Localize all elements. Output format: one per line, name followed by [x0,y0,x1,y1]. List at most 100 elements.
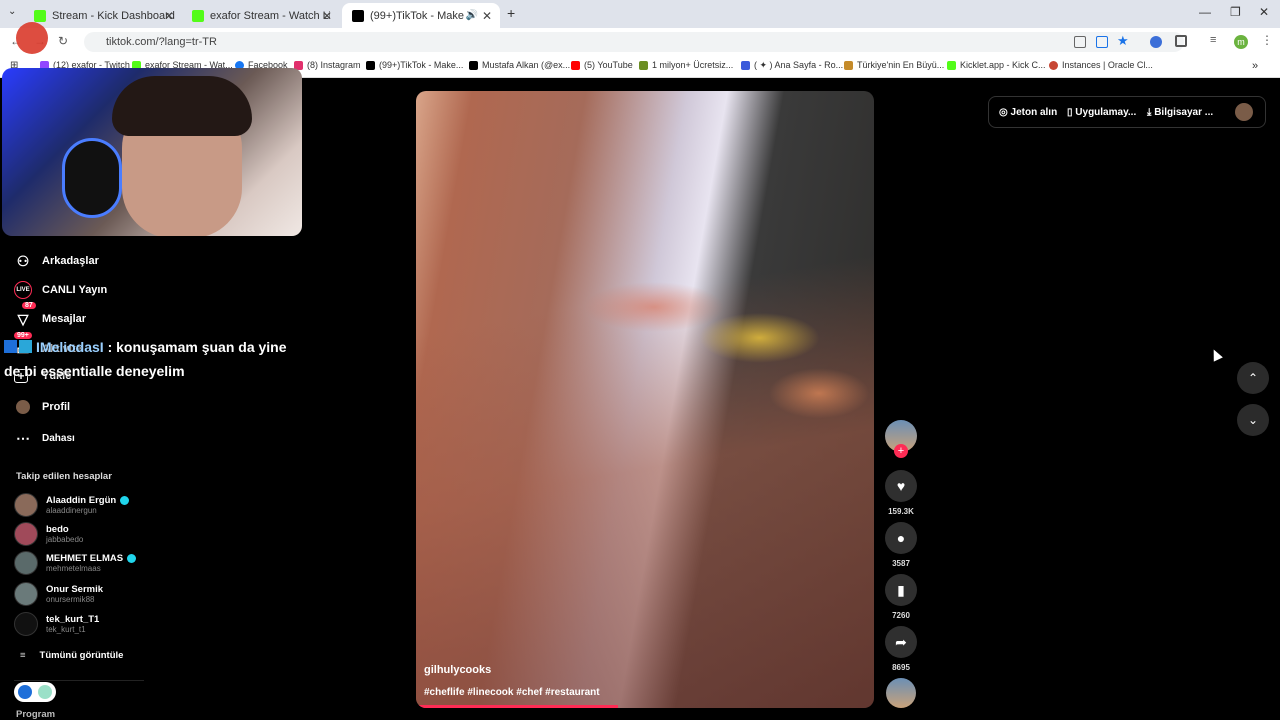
bookmark-instagram[interactable]: (8) Instagram [294,60,361,70]
account-name: bedo [46,524,69,535]
divider [14,680,144,681]
get-app-label: Uygulamay... [1075,106,1137,118]
messages-badge: 87 [22,302,36,309]
see-all-following-button[interactable]: ≡ Tümünü görüntüle [20,650,123,661]
bookmark-turkiye[interactable]: Türkiye'nin En Büyü... [844,60,944,70]
close-tab-icon[interactable]: ✕ [164,9,174,23]
desktop-app-button[interactable]: ⤓ Bilgisayar ... [1147,107,1213,118]
messages-icon: ▽ 87 [14,302,36,328]
kicklet-icon [947,60,956,70]
top-actions-bar: ◎ Jeton alın ▯ Uygulamay... ⤓ Bilgisayar… [988,96,1266,128]
browser-tab-bar: ⌄ Stream - Kick Dashboard ✕ exafor Strea… [0,0,1280,28]
account-handle: onursermik88 [46,595,95,604]
oracle-icon [1049,60,1058,70]
nav-messages[interactable]: ▽ 87 Mesajlar [14,302,86,328]
video-author[interactable]: gilhulycooks [424,664,491,676]
account-handle: mehmetelmaas [46,564,101,573]
following-account[interactable]: MEHMET ELMAS mehmetelmaas [14,551,137,575]
following-account[interactable]: Onur Sermik onursermik88 [14,582,103,606]
music-disc-button[interactable] [884,678,918,708]
more-bookmarks-icon[interactable]: » [1252,60,1258,72]
bookmark-youtube[interactable]: (5) YouTube [571,60,633,70]
following-account[interactable]: bedo jabbabedo [14,522,83,546]
tab-kick-dashboard[interactable]: Stream - Kick Dashboard ✕ [24,3,182,28]
bookmark-oracle[interactable]: Instances | Oracle Cl... [1049,60,1153,70]
comment-icon: ● [885,522,917,554]
following-account[interactable]: Alaaddin Ergün alaaddinergun [14,493,130,517]
comment-count: 3587 [892,559,910,568]
get-coins-button[interactable]: ◎ Jeton alın [999,107,1057,118]
toggle-pill[interactable] [14,682,56,702]
new-tab-button[interactable]: + [507,5,515,21]
avatar [14,582,38,606]
profile-avatar-icon[interactable]: m [1234,35,1248,49]
more-icon: ⋯ [16,429,30,446]
bookmark-star-icon[interactable]: ★ [1117,33,1129,49]
get-coins-label: Jeton alın [1010,106,1058,118]
save-button[interactable]: ▮ 7260 [884,574,918,620]
tab-tiktok[interactable]: (99+)TikTok - Make Your Da 🔊 ✕ [342,3,500,28]
install-icon[interactable] [1096,36,1108,48]
following-account[interactable]: tek_kurt_T1 tek_kurt_t1 [14,612,99,636]
profile-icon [14,398,32,416]
verified-icon [127,554,137,563]
bookmark-ana-sayfa[interactable]: ( ✦ ) Ana Sayfa - Ro... [741,60,843,71]
tiktok-favicon-icon [352,9,364,22]
follow-plus-icon[interactable]: + [894,444,908,458]
like-button[interactable]: ♥ 159.3K [884,470,918,516]
extension-icon[interactable] [1150,36,1162,48]
nav-friends[interactable]: ⚇ Arkadaşlar [14,252,99,270]
tab-kick-stream[interactable]: exafor Stream - Watch Live on K ✕ [182,3,340,28]
program-label: Program [16,709,56,720]
get-app-button[interactable]: ▯ Uygulamay... [1067,107,1136,118]
tab-search-icon[interactable]: ⌄ [8,6,16,17]
mouse-cursor-icon [1209,347,1223,362]
audio-icon[interactable]: 🔊 [466,10,478,21]
close-window-icon[interactable]: ✕ [1259,5,1269,19]
address-bar[interactable]: tiktok.com/?lang=tr-TR [84,32,1184,52]
video-hashtags[interactable]: #cheflife #linecook #chef #restaurant [424,687,600,698]
kick-favicon-icon [34,9,46,22]
user-avatar[interactable] [1235,103,1253,121]
avatar [14,493,38,517]
bookmark-kicklet[interactable]: Kicklet.app - Kick C... [947,60,1046,70]
nav-live[interactable]: LIVE CANLI Yayın [14,281,107,299]
chat-username: IMeliodasI [36,339,104,355]
bookmark-tiktok[interactable]: (99+)TikTok - Make... [366,60,463,70]
translate-icon[interactable] [1074,36,1086,48]
previous-video-button[interactable]: ⌃ [1237,362,1269,394]
extensions-puzzle-icon[interactable] [1175,35,1187,47]
tab-title: (99+)TikTok - Make Your Da [370,9,470,22]
minimize-icon[interactable]: — [1199,5,1211,19]
avatar [14,522,38,546]
creator-avatar-button[interactable]: + [884,420,918,458]
see-all-label: Tümünü görüntüle [39,650,124,661]
nav-label: Dahası [42,432,75,444]
account-handle: alaaddinergun [46,506,97,515]
comment-button[interactable]: ● 3587 [884,522,918,568]
share-button[interactable]: ➦ 8695 [884,626,918,672]
nav-profile[interactable]: Profil [14,398,70,416]
video-player[interactable]: gilhulycooks #cheflife #linecook #chef #… [416,91,874,708]
reload-icon[interactable]: ↻ [58,34,68,48]
verified-icon [120,496,130,505]
video-progress-bar[interactable] [416,705,618,708]
chat-badge-icon [4,340,17,353]
live-icon: LIVE [14,281,32,299]
browser-menu-icon[interactable]: ⋮ [1261,33,1273,47]
nav-more[interactable]: ⋯ Dahası [14,429,75,447]
account-name: tek_kurt_T1 [46,614,100,625]
media-controls-icon[interactable]: ≡ [1210,34,1216,46]
desktop-app-label: Bilgisayar ... [1154,106,1214,118]
close-tab-icon[interactable]: ✕ [482,9,492,23]
close-tab-icon[interactable]: ✕ [322,9,332,23]
bookmark-milyon[interactable]: 1 milyon+ Ücretsiz... [639,60,733,70]
chat-message-overlay: IMeliodasI : konuşamam şuan da yine de b… [4,335,304,383]
next-video-button[interactable]: ⌄ [1237,404,1269,436]
nav-label: Arkadaşlar [42,255,99,267]
webcam-overlay [2,68,302,236]
bookmark-x[interactable]: Mustafa Alkan (@ex... [469,60,570,70]
browser-toolbar: ← → ↻ tiktok.com/?lang=tr-TR ★ ≡ m ⋮ [0,28,1280,56]
restore-icon[interactable]: ❐ [1230,5,1241,19]
avatar [14,551,38,575]
